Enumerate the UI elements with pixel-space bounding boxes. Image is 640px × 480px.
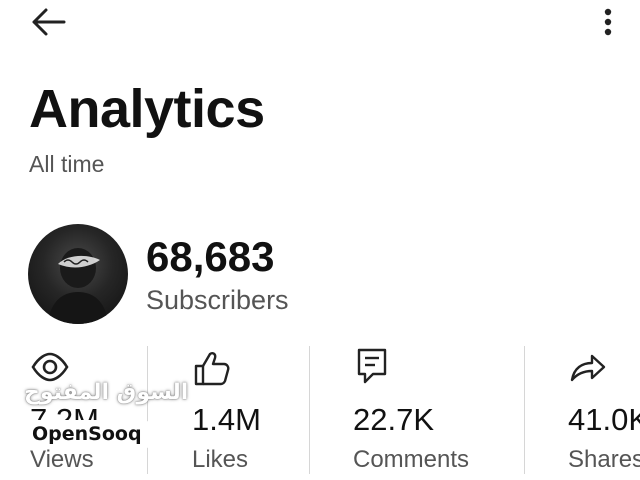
top-bar (0, 0, 640, 48)
thumbs-up-icon (194, 352, 230, 386)
shares-value: 41.0K (568, 402, 640, 437)
watermark-latin-text: OpenSooq (24, 420, 150, 449)
likes-value: 1.4M (192, 402, 261, 437)
back-button[interactable] (24, 0, 72, 44)
stat-divider (524, 346, 525, 474)
time-range-label: All time (29, 151, 105, 177)
share-icon (570, 354, 606, 382)
subscriber-label: Subscribers (146, 285, 289, 315)
stat-shares[interactable]: 41.0K Shares (568, 346, 640, 480)
more-options-button[interactable] (592, 0, 624, 44)
stat-comments[interactable]: 22.7K Comments (353, 346, 513, 480)
comments-value: 22.7K (353, 402, 435, 437)
page-title: Analytics (29, 79, 265, 139)
subscriber-count: 68,683 (146, 233, 275, 280)
arrow-left-icon (32, 8, 66, 36)
shares-label: Shares (568, 446, 640, 473)
more-vertical-icon (604, 8, 612, 36)
comments-label: Comments (353, 446, 470, 473)
stat-likes[interactable]: 1.4M Likes (192, 346, 302, 480)
watermark: السوق المفتوح OpenSooq (20, 380, 188, 456)
avatar-image (48, 248, 108, 324)
likes-label: Likes (192, 446, 249, 473)
comment-icon (357, 348, 387, 384)
channel-avatar[interactable] (28, 224, 128, 324)
stat-divider (309, 346, 310, 474)
watermark-arabic-text: السوق المفتوح (24, 380, 189, 405)
